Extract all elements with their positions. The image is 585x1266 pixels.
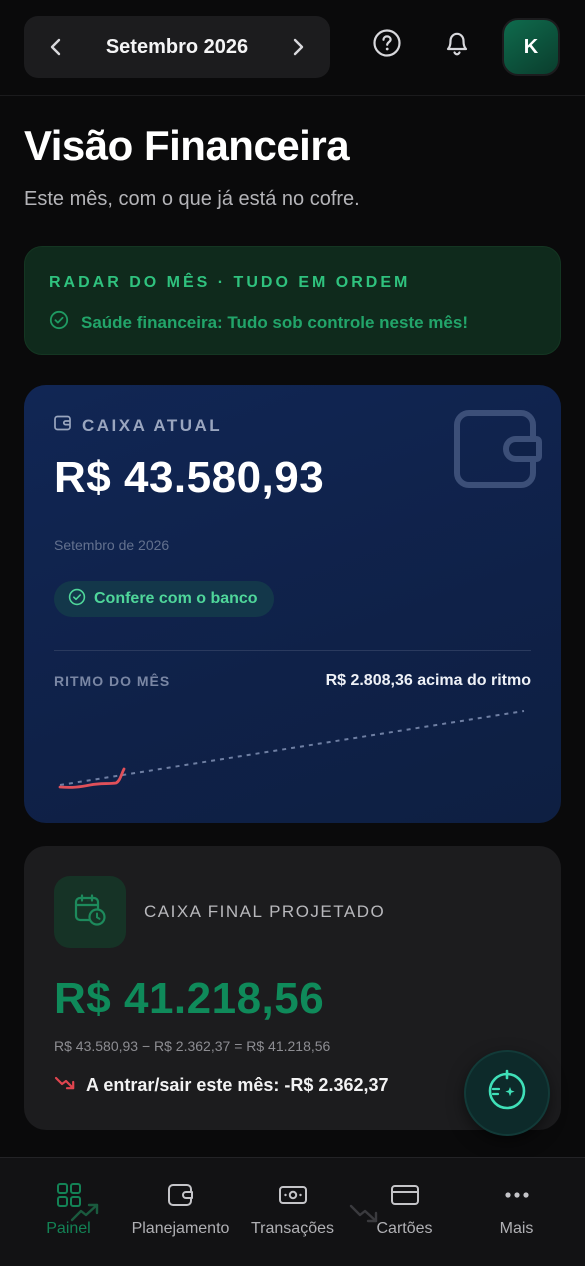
wallet-icon [54, 415, 72, 436]
month-label: Setembro 2026 [105, 35, 249, 58]
nav-cartoes[interactable]: Cartões [346, 1158, 463, 1266]
month-selector: Setembro 2026 [24, 16, 330, 78]
page-subtitle: Este mês, com o que já está no cofre. [24, 188, 360, 210]
top-bar: Setembro 2026 K [0, 0, 585, 96]
cash-title-row: CAIXA ATUAL [54, 415, 222, 436]
bank-match-text: Confere com o banco [94, 590, 258, 607]
chevron-left-icon[interactable] [46, 37, 66, 57]
cash-period: Setembro de 2026 [54, 537, 170, 553]
cash-amount: R$ 43.580,93 [54, 453, 325, 502]
nav-planejamento[interactable]: Planejamento [122, 1158, 239, 1266]
bottom-nav: Painel Planejamento Transações Cartões M… [0, 1157, 585, 1266]
cash-title: CAIXA ATUAL [82, 415, 223, 435]
monthly-flow-text: A entrar/sair este mês: -R$ 2.362,37 [86, 1075, 389, 1095]
radar-heading: RADAR DO MÊS · TUDO EM ORDEM [49, 274, 411, 291]
nav-label: Planejamento [131, 1220, 230, 1237]
divider [54, 650, 531, 651]
calendar-clock-icon-box [54, 876, 126, 948]
rhythm-label: RITMO DO MÊS [54, 673, 171, 689]
nav-transacoes[interactable]: Transações [234, 1158, 351, 1266]
monthly-flow: A entrar/sair este mês: -R$ 2.362,37 [54, 1075, 389, 1096]
assistant-fab[interactable] [466, 1052, 548, 1134]
radar-card: RADAR DO MÊS · TUDO EM ORDEM Saúde finan… [24, 246, 561, 355]
actual-balance-line [58, 767, 126, 789]
projected-title: CAIXA FINAL PROJETADO [144, 902, 386, 921]
health-status: Saúde financeira: Tudo sob controle nest… [49, 310, 468, 335]
nav-label: Transações [251, 1220, 334, 1237]
check-circle-icon [68, 588, 86, 611]
card-icon [390, 1180, 420, 1210]
grid-icon [56, 1180, 82, 1210]
sparkle-orbit-icon [485, 1069, 529, 1118]
calendar-clock-icon [73, 893, 107, 932]
health-text: Saúde financeira: Tudo sob controle nest… [81, 312, 468, 332]
wallet-watermark-icon [452, 407, 542, 496]
page-title: Visão Financeira [24, 122, 350, 169]
help-icon[interactable] [372, 28, 402, 58]
chevron-right-icon[interactable] [288, 37, 308, 57]
projected-amount: R$ 41.218,56 [54, 974, 325, 1023]
nav-painel[interactable]: Painel [10, 1158, 127, 1266]
nav-label: Painel [46, 1220, 91, 1237]
trend-down-icon [54, 1075, 76, 1096]
more-icon [504, 1180, 530, 1210]
rhythm-value: R$ 2.808,36 acima do ritmo [325, 672, 531, 689]
bell-icon[interactable] [442, 28, 472, 58]
bank-match-badge: Confere com o banco [54, 581, 274, 617]
rhythm-sparkline [58, 710, 525, 789]
check-circle-icon [49, 310, 69, 335]
nav-label: Cartões [376, 1220, 433, 1237]
wallet-icon [167, 1180, 195, 1210]
nav-label: Mais [499, 1220, 534, 1237]
nav-mais[interactable]: Mais [458, 1158, 575, 1266]
avatar[interactable]: K [502, 18, 560, 76]
projected-calculation: R$ 43.580,93 − R$ 2.362,37 = R$ 41.218,5… [54, 1038, 331, 1054]
banknote-icon [278, 1180, 308, 1210]
expected-pace-line [59, 710, 525, 786]
current-cash-card[interactable]: CAIXA ATUAL R$ 43.580,93 Setembro de 202… [24, 385, 561, 823]
